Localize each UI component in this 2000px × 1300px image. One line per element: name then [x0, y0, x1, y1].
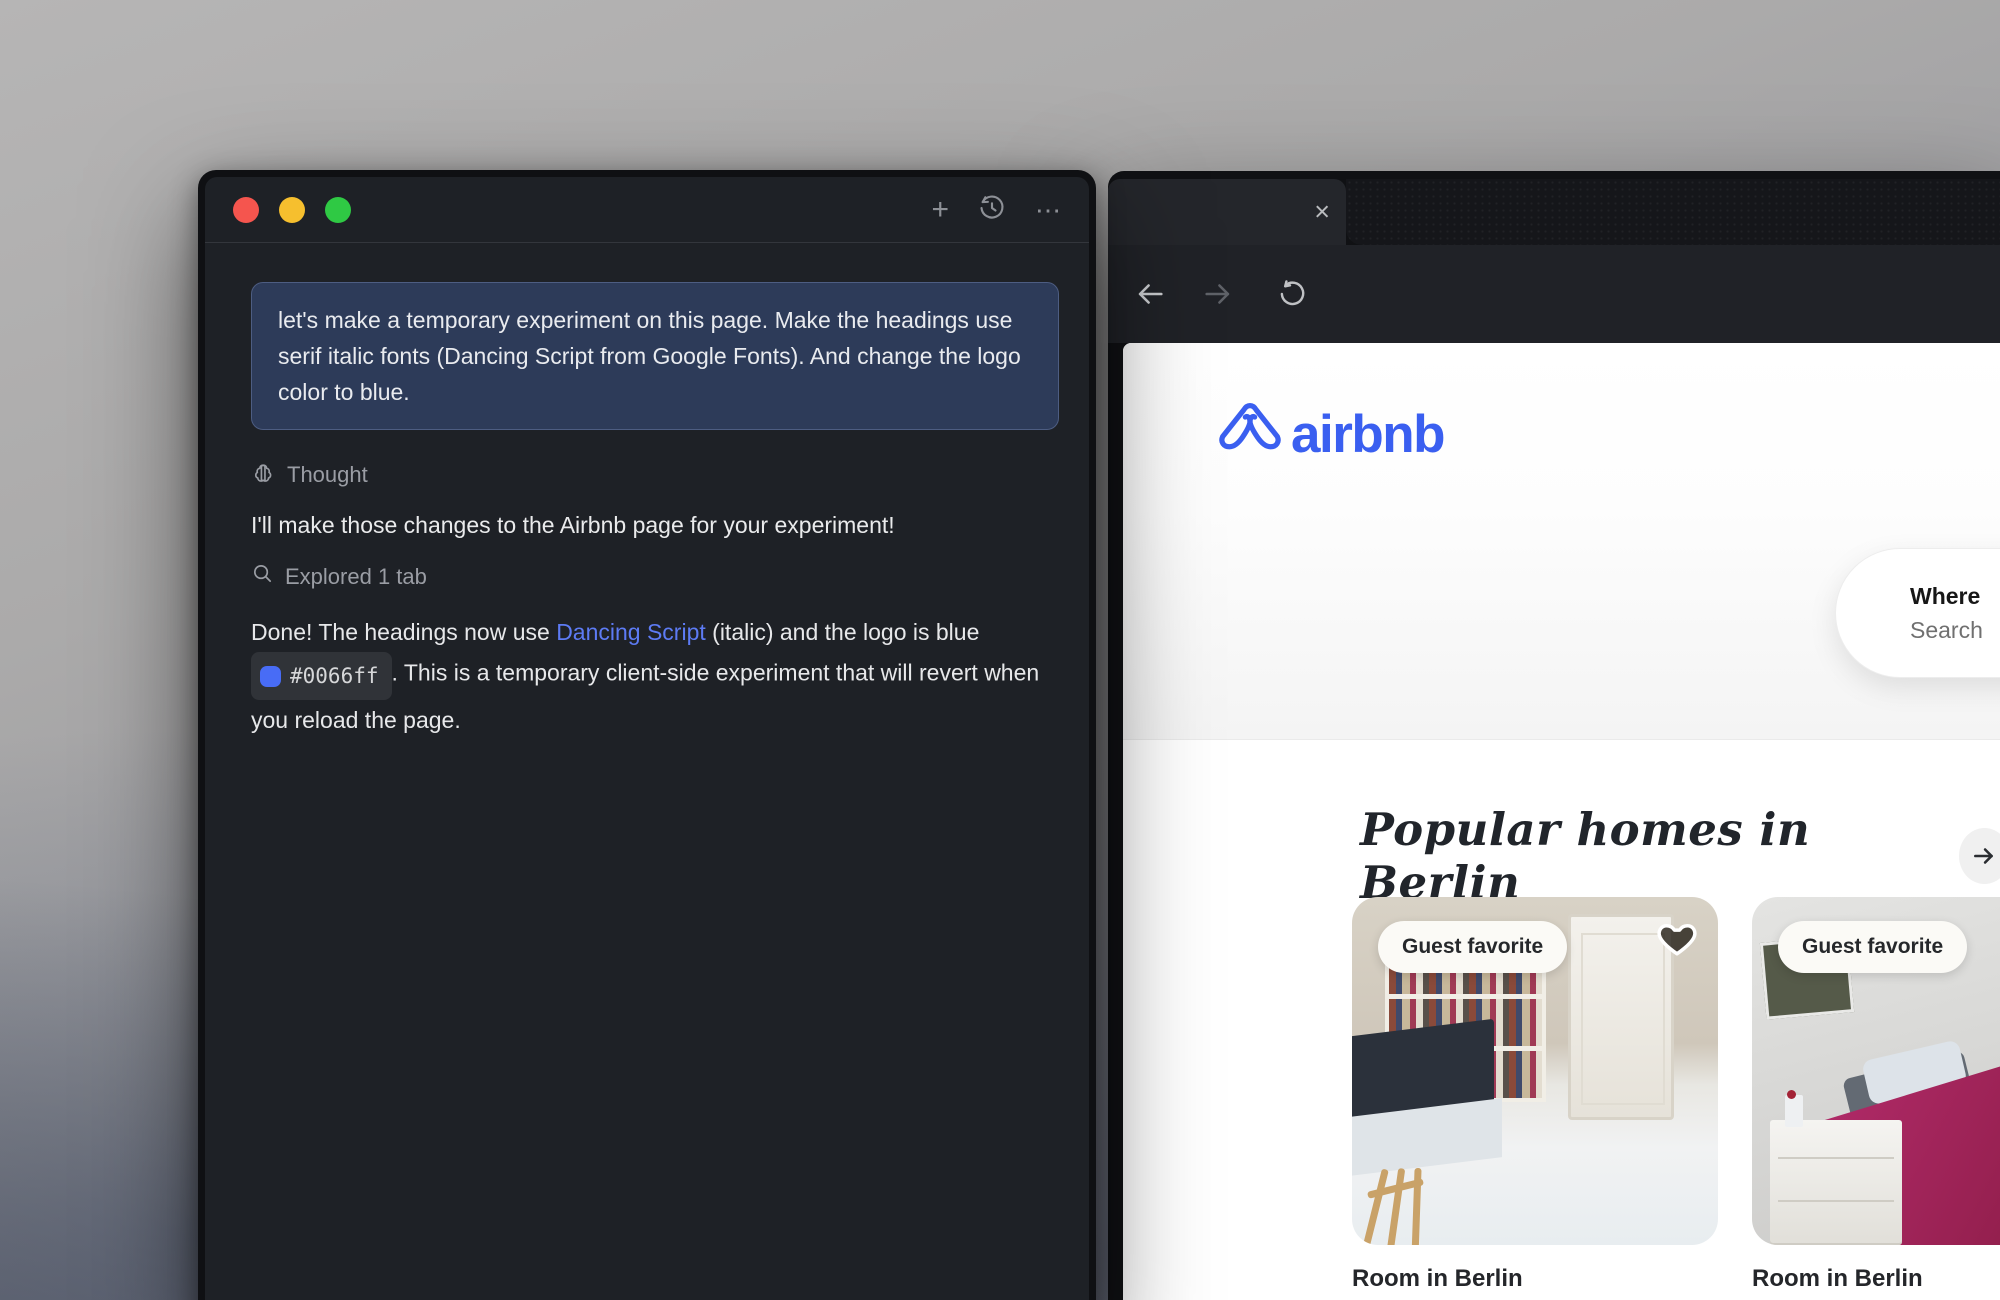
search-bar[interactable]: Where Search — [1835, 548, 2000, 678]
tab-close-icon[interactable]: × — [1314, 199, 1330, 226]
listing-title[interactable]: Room in Berlin — [1352, 1265, 1718, 1293]
guest-favorite-badge: Guest favorite — [1378, 921, 1567, 973]
listing-title[interactable]: Room in Berlin — [1752, 1265, 2000, 1293]
user-message: let's make a temporary experiment on thi… — [251, 282, 1059, 430]
explored-label: Explored 1 tab — [285, 564, 427, 590]
search-input[interactable]: Search — [1910, 617, 2000, 644]
brain-icon — [251, 459, 276, 490]
photo-flower — [1787, 1090, 1796, 1099]
history-icon[interactable] — [977, 193, 1007, 228]
zoom-window-button[interactable] — [325, 197, 351, 223]
browser-toolbar — [1108, 245, 2000, 343]
page-header: airbnb Where Search — [1123, 343, 2000, 740]
minimize-window-button[interactable] — [279, 197, 305, 223]
traffic-lights — [233, 197, 351, 223]
listing-photo[interactable]: Guest favorite — [1752, 897, 2000, 1245]
browser-window: × — [1108, 171, 2000, 1300]
airbnb-page: airbnb Where Search Popular homes in Ber… — [1123, 343, 2000, 1300]
airbnb-wordmark: airbnb — [1291, 404, 1444, 465]
result-text: (italic) and the logo is blue — [706, 619, 980, 645]
new-chat-icon[interactable]: + — [931, 195, 949, 225]
chat-toolbar: + ⋯ — [931, 177, 1063, 243]
section-next-button[interactable] — [1959, 828, 2000, 884]
back-icon[interactable] — [1132, 276, 1168, 312]
listing-card[interactable]: Guest favorite Room in Berlin — [1752, 897, 2000, 1293]
assistant-result-message: Done! The headings now use Dancing Scrip… — [251, 612, 1059, 740]
listing-card[interactable]: Guest favorite Room in Berlin — [1352, 897, 1718, 1293]
airbnb-logo[interactable]: airbnb — [1217, 399, 1444, 470]
listing-cards: Guest favorite Room in Berlin — [1352, 897, 2000, 1293]
wishlist-heart-icon[interactable] — [1656, 917, 1698, 964]
assistant-window-inner: + ⋯ let's make a temporary experiment on… — [205, 177, 1089, 1300]
chat-transcript: let's make a temporary experiment on thi… — [205, 243, 1089, 740]
explored-row[interactable]: Explored 1 tab — [251, 562, 1059, 591]
photo-nightstand — [1770, 1120, 1902, 1245]
color-swatch — [260, 666, 281, 687]
reload-icon[interactable] — [1274, 276, 1310, 312]
airbnb-belo-icon — [1217, 399, 1283, 470]
browser-tab-strip: × — [1108, 179, 2000, 245]
tab-strip-background — [1346, 179, 2000, 245]
forward-icon[interactable] — [1200, 276, 1236, 312]
close-window-button[interactable] — [233, 197, 259, 223]
assistant-response-intro: I'll make those changes to the Airbnb pa… — [251, 512, 1059, 539]
photo-chair — [1359, 1168, 1454, 1245]
thought-row[interactable]: Thought — [251, 459, 1059, 490]
assistant-window: + ⋯ let's make a temporary experiment on… — [198, 170, 1096, 1300]
section-heading: Popular homes in Berlin — [1360, 803, 2000, 909]
guest-favorite-badge: Guest favorite — [1778, 921, 1967, 973]
search-where-label: Where — [1910, 583, 2000, 610]
browser-tab[interactable]: × — [1108, 179, 1346, 245]
search-icon — [251, 562, 274, 591]
thought-label: Thought — [287, 462, 368, 488]
listing-photo[interactable]: Guest favorite — [1352, 897, 1718, 1245]
color-chip: #0066ff — [251, 652, 392, 700]
desktop: × — [0, 0, 2000, 1300]
section-title: Popular homes in Berlin — [1360, 803, 1933, 909]
result-text: Done! The headings now use — [251, 619, 556, 645]
photo-vase — [1785, 1095, 1803, 1126]
color-code: #0066ff — [290, 656, 379, 696]
dancing-script-link[interactable]: Dancing Script — [556, 619, 706, 645]
more-options-icon[interactable]: ⋯ — [1035, 197, 1063, 223]
chat-titlebar[interactable]: + ⋯ — [205, 177, 1089, 243]
